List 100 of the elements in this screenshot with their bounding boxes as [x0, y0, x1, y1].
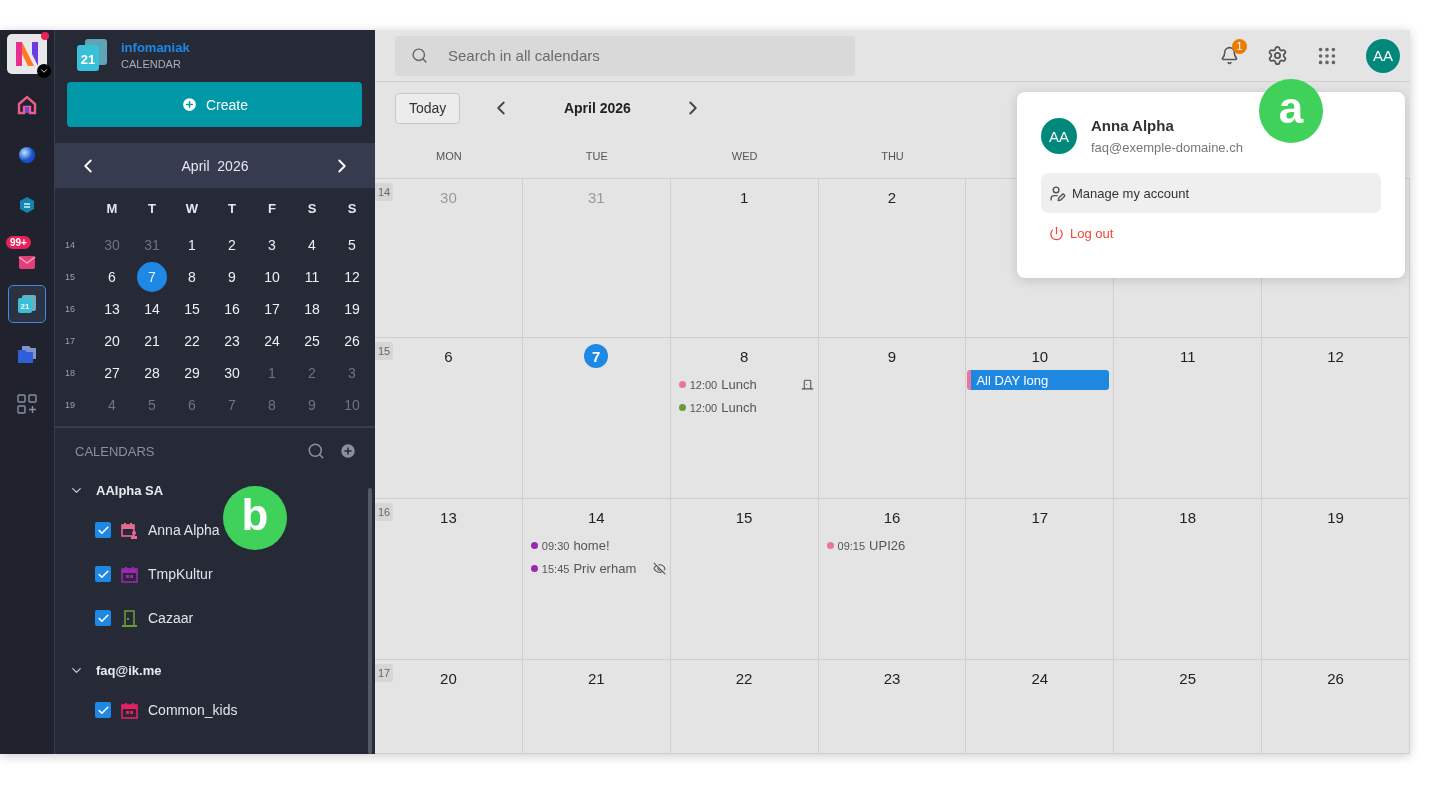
settings-button[interactable] — [1267, 45, 1288, 66]
day-number[interactable]: 25 — [1175, 666, 1200, 690]
search-field[interactable]: Search in all calendars — [395, 35, 855, 76]
house-icon — [16, 94, 38, 116]
day-cell[interactable]: 23 — [217, 326, 247, 356]
create-button[interactable]: Create — [67, 82, 362, 127]
day-cell[interactable]: 2 — [217, 230, 247, 260]
day-number[interactable]: 2 — [880, 185, 904, 209]
day-number[interactable]: 24 — [1027, 666, 1052, 690]
weekday-label: S — [306, 200, 318, 218]
day-cell[interactable]: 22 — [177, 326, 207, 356]
day-number[interactable]: 8 — [732, 344, 757, 368]
day-cell[interactable]: 27 — [97, 358, 127, 388]
week-number: 18 — [65, 367, 76, 380]
day-number[interactable]: 22 — [732, 666, 757, 690]
day-number[interactable]: 21 — [584, 666, 609, 690]
day-number[interactable]: 26 — [1323, 666, 1348, 690]
day-cell[interactable]: 17 — [257, 294, 287, 324]
checkbox[interactable] — [95, 610, 111, 626]
folder-icon — [16, 344, 38, 364]
weekday-label: T — [227, 200, 237, 218]
day-cell[interactable]: 6 — [97, 262, 127, 292]
day-cell[interactable]: 8 — [177, 262, 207, 292]
day-cell[interactable]: 25 — [297, 326, 327, 356]
power-icon — [1049, 225, 1064, 241]
event-title: UPI26 — [869, 538, 907, 553]
event-item[interactable]: 15:45 Priv erham — [526, 557, 666, 580]
day-cell[interactable]: 9 — [217, 262, 247, 292]
day-cell[interactable]: 14 — [137, 294, 167, 324]
logo-icon — [14, 40, 40, 68]
day-number[interactable]: 12 — [1323, 344, 1348, 368]
day-cell[interactable]: 28 — [137, 358, 167, 388]
day-number[interactable]: 15 — [732, 505, 757, 529]
event-item[interactable]: 09:15 UPI26 — [822, 534, 962, 557]
day-cell[interactable]: 24 — [257, 326, 287, 356]
event-item[interactable]: 09:30 home! — [526, 534, 666, 557]
day-cell[interactable]: 19 — [337, 294, 367, 324]
day-number[interactable]: 1 — [732, 185, 757, 209]
checkbox[interactable] — [95, 702, 111, 718]
event-item[interactable]: 12:00 Lunch — [674, 396, 814, 419]
manage-account-item[interactable]: Manage my account — [1041, 173, 1381, 213]
day-number[interactable]: 9 — [880, 344, 904, 368]
day-cell[interactable]: 5 — [337, 230, 367, 260]
day-cell[interactable]: 15 — [177, 294, 207, 324]
day-cell[interactable]: 21 — [137, 326, 167, 356]
day-number[interactable]: 19 — [1323, 505, 1348, 529]
day-cell[interactable]: 26 — [337, 326, 367, 356]
checkbox[interactable] — [95, 566, 111, 582]
logout-item[interactable]: Log out — [1041, 213, 1381, 253]
day-cell[interactable]: 18 — [297, 294, 327, 324]
week-number: 14 — [375, 183, 394, 201]
weekday-header: TUE — [584, 149, 609, 164]
day-number[interactable]: 7 — [584, 344, 609, 368]
day-cell[interactable]: 20 — [97, 326, 127, 356]
day-cell[interactable]: 30 — [217, 358, 247, 388]
day-cell[interactable]: 13 — [97, 294, 127, 324]
week-number: 19 — [65, 399, 76, 412]
calendar-group-toggle[interactable]: faq@ik.me — [55, 652, 375, 688]
day-cell[interactable]: 1 — [177, 230, 207, 260]
day-number[interactable]: 23 — [880, 666, 904, 690]
day-cell[interactable]: 29 — [177, 358, 207, 388]
search-button[interactable] — [307, 442, 325, 460]
event-title: Priv erham — [573, 561, 638, 576]
day-number[interactable]: 16 — [880, 505, 904, 529]
day-cell[interactable]: 10 — [257, 262, 287, 292]
day-cell[interactable]: 11 — [297, 262, 327, 292]
day-cell[interactable]: 12 — [337, 262, 367, 292]
today-button[interactable]: Today — [395, 92, 461, 124]
all-day-event[interactable]: All DAY long — [967, 370, 1110, 390]
week-number: 16 — [65, 303, 76, 316]
dropdown-icon[interactable] — [37, 64, 51, 78]
plus-icon — [181, 96, 198, 113]
day-number[interactable]: 14 — [584, 505, 609, 529]
day-number[interactable]: 13 — [436, 505, 461, 529]
day-number[interactable]: 18 — [1175, 505, 1200, 529]
weekday-label: W — [184, 200, 200, 218]
weekday-header: MON — [435, 149, 463, 164]
add-calendar-button[interactable] — [339, 442, 357, 460]
day-number[interactable]: 10 — [1027, 344, 1052, 368]
day-cell[interactable]: 3 — [257, 230, 287, 260]
day-cell[interactable]: 4 — [297, 230, 327, 260]
plus-icon — [339, 442, 357, 460]
day-number[interactable]: 6 — [436, 344, 461, 368]
notifications-button[interactable] — [1220, 46, 1239, 65]
day-number[interactable]: 11 — [1175, 344, 1200, 368]
event-item[interactable]: 12:00 Lunch — [674, 373, 814, 396]
section-title: CALENDARS — [75, 443, 156, 459]
day-number[interactable]: 20 — [436, 666, 461, 690]
day-number[interactable]: 17 — [1027, 505, 1052, 529]
event-time: 12:00 — [689, 378, 718, 391]
weekday-header: WED — [730, 149, 759, 164]
day-cell[interactable]: 16 — [217, 294, 247, 324]
period-title: April 2026 — [562, 100, 632, 116]
calendar-name: Common_kids — [148, 702, 238, 718]
user-avatar[interactable]: AA — [1366, 38, 1400, 73]
weekday-label: M — [105, 200, 119, 218]
week-number: 16 — [375, 503, 394, 521]
checkbox[interactable] — [95, 522, 111, 538]
scrollbar[interactable] — [368, 488, 372, 754]
weekday-label: F — [267, 200, 277, 218]
